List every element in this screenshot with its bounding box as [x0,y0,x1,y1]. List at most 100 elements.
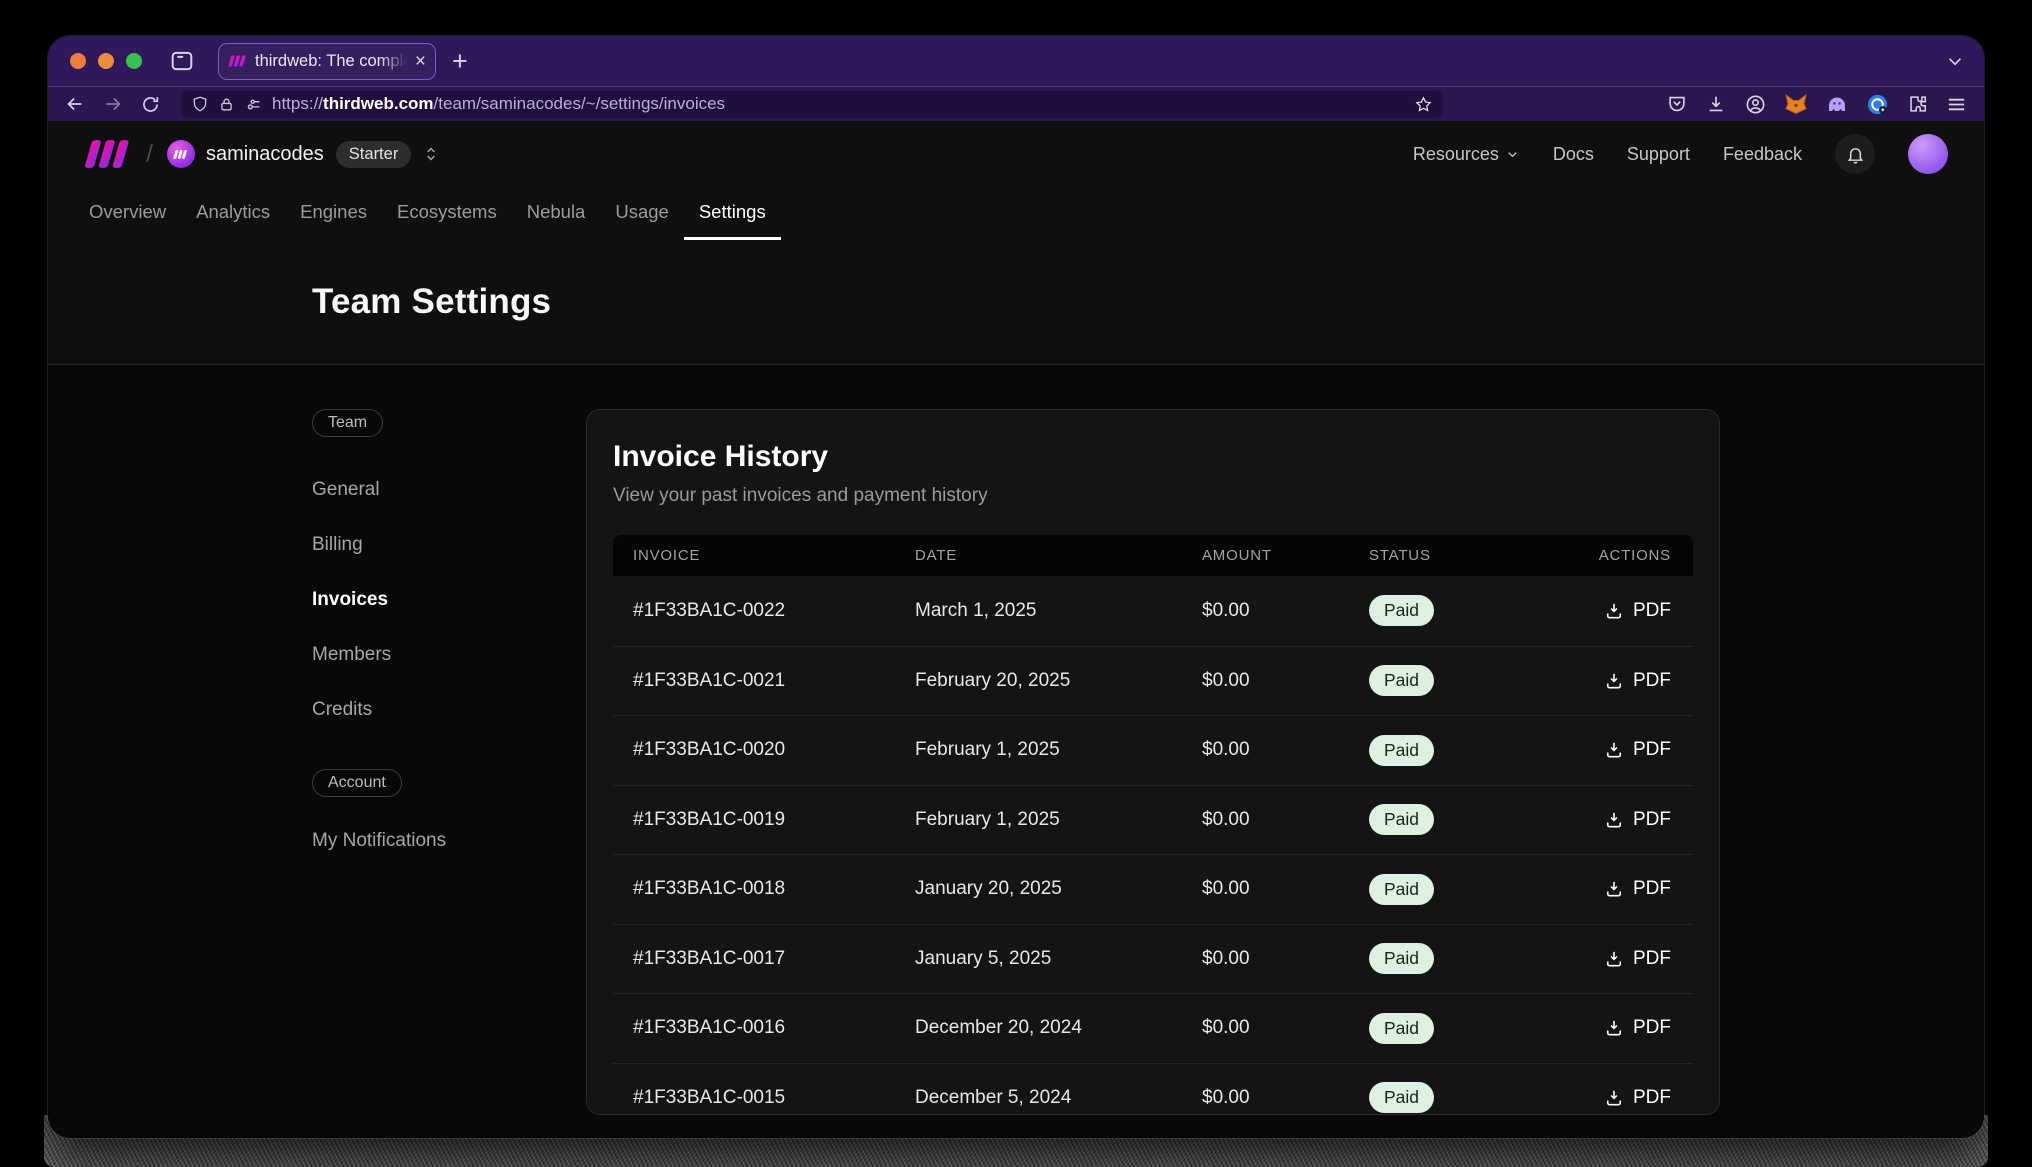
lock-icon[interactable] [218,96,235,113]
extension-icons [1666,92,1968,116]
download-pdf-button[interactable]: PDF [1596,942,1679,976]
sidebar-item-members[interactable]: Members [312,644,391,666]
close-window-button[interactable] [70,53,86,69]
tab-settings[interactable]: Settings [684,187,781,240]
sidebar-item-invoices[interactable]: Invoices [312,589,388,611]
invoice-amount: $0.00 [1182,1087,1349,1109]
invoice-amount: $0.00 [1182,670,1349,692]
status-badge: Paid [1369,1082,1434,1113]
col-status: STATUS [1349,547,1581,564]
nav-docs[interactable]: Docs [1553,144,1594,165]
invoice-amount: $0.00 [1182,739,1349,761]
dashboard-tabs: Overview Analytics Engines Ecosystems Ne… [48,187,1984,240]
tab-title: thirdweb: The complete web3 d [255,52,407,71]
invoice-number: #1F33BA1C-0021 [613,670,895,692]
invoice-date: December 5, 2024 [895,1087,1182,1109]
window-controls [70,53,142,69]
invoice-table-header: INVOICE DATE AMOUNT STATUS ACTIONS [613,535,1693,576]
invoice-number: #1F33BA1C-0020 [613,739,895,761]
invoice-date: January 5, 2025 [895,948,1182,970]
download-pdf-button[interactable]: PDF [1596,664,1679,698]
invoice-table-body: #1F33BA1C-0022 March 1, 2025 $0.00 Paid … [613,576,1693,1115]
url-domain: thirdweb.com [323,94,434,113]
metamask-icon[interactable] [1784,92,1808,116]
tab-ecosystems[interactable]: Ecosystems [382,187,512,240]
thirdweb-favicon-icon [228,55,247,67]
invoice-number: #1F33BA1C-0017 [613,948,895,970]
table-row: #1F33BA1C-0017 January 5, 2025 $0.00 Pai… [613,924,1693,994]
url-bar[interactable]: https://thirdweb.com/team/saminacodes/~/… [181,91,1443,118]
pocket-icon[interactable] [1666,93,1688,115]
plan-badge[interactable]: Starter [336,141,412,168]
table-row: #1F33BA1C-0020 February 1, 2025 $0.00 Pa… [613,715,1693,785]
back-icon[interactable] [64,93,86,115]
pdf-label: PDF [1633,1017,1671,1039]
maximize-window-button[interactable] [126,53,142,69]
nav-resources[interactable]: Resources [1413,144,1520,165]
close-tab-icon[interactable]: × [415,52,426,71]
tab-analytics[interactable]: Analytics [181,187,285,240]
invoice-number: #1F33BA1C-0022 [613,600,895,622]
team-name: saminacodes [206,143,324,166]
sidebar-item-my-notifications[interactable]: My Notifications [312,830,446,852]
status-badge: Paid [1369,1013,1434,1044]
tab-overview[interactable]: Overview [74,187,181,240]
pdf-download-icon [1604,740,1624,760]
pdf-label: PDF [1633,600,1671,622]
tab-engines[interactable]: Engines [285,187,382,240]
invoice-number: #1F33BA1C-0018 [613,878,895,900]
pdf-label: PDF [1633,878,1671,900]
reload-icon[interactable] [140,94,161,115]
sidebar-item-billing[interactable]: Billing [312,534,363,556]
sidebar-item-general[interactable]: General [312,479,380,501]
phantom-icon[interactable] [1825,92,1849,116]
tab-nebula[interactable]: Nebula [512,187,601,240]
tab-usage[interactable]: Usage [600,187,683,240]
user-avatar[interactable] [1908,134,1948,174]
thirdweb-logo[interactable] [84,140,132,168]
download-pdf-button[interactable]: PDF [1596,803,1679,837]
team-avatar [167,140,195,168]
star-icon[interactable] [1414,95,1433,114]
col-amount: AMOUNT [1182,547,1349,564]
pdf-download-icon [1604,1018,1624,1038]
invoice-number: #1F33BA1C-0015 [613,1087,895,1109]
team-switcher-icon[interactable] [421,144,441,164]
pdf-download-icon [1604,601,1624,621]
invoice-table: INVOICE DATE AMOUNT STATUS ACTIONS #1F33… [613,535,1693,1115]
minimize-window-button[interactable] [98,53,114,69]
sidebar-item-credits[interactable]: Credits [312,699,372,721]
site-header: / saminacodes Starter Resources [48,121,1984,187]
invoice-history-card: Invoice History View your past invoices … [586,409,1720,1115]
sidebar-team-badge: Team [312,409,383,437]
invoice-amount: $0.00 [1182,948,1349,970]
download-pdf-button[interactable]: PDF [1596,733,1679,767]
download-icon[interactable] [1705,93,1727,115]
menu-icon[interactable] [1945,93,1968,116]
breadcrumb-separator: / [146,140,153,169]
status-badge: Paid [1369,595,1434,626]
invoice-date: February 1, 2025 [895,739,1182,761]
download-pdf-button[interactable]: PDF [1596,1081,1679,1115]
bell-icon[interactable] [1835,134,1875,174]
download-pdf-button[interactable]: PDF [1596,594,1679,628]
pdf-download-icon [1604,671,1624,691]
forward-icon[interactable] [102,93,124,115]
window-chevron-icon[interactable] [1944,50,1966,72]
nav-support[interactable]: Support [1627,144,1690,165]
pdf-download-icon [1604,879,1624,899]
nav-feedback[interactable]: Feedback [1723,144,1802,165]
download-pdf-button[interactable]: PDF [1596,1011,1679,1045]
shield-icon[interactable] [191,95,209,113]
browser-tab[interactable]: thirdweb: The complete web3 d × [218,43,436,80]
new-tab-icon[interactable]: + [452,46,468,77]
permissions-icon[interactable] [244,95,263,114]
extensions-icon[interactable] [1906,93,1928,115]
invoice-number: #1F33BA1C-0019 [613,809,895,831]
invoice-date: March 1, 2025 [895,600,1182,622]
sidebar-toggle-icon[interactable] [168,47,196,75]
account-icon[interactable] [1744,93,1767,116]
invoice-amount: $0.00 [1182,600,1349,622]
download-pdf-button[interactable]: PDF [1596,872,1679,906]
password-manager-icon[interactable] [1866,93,1889,116]
